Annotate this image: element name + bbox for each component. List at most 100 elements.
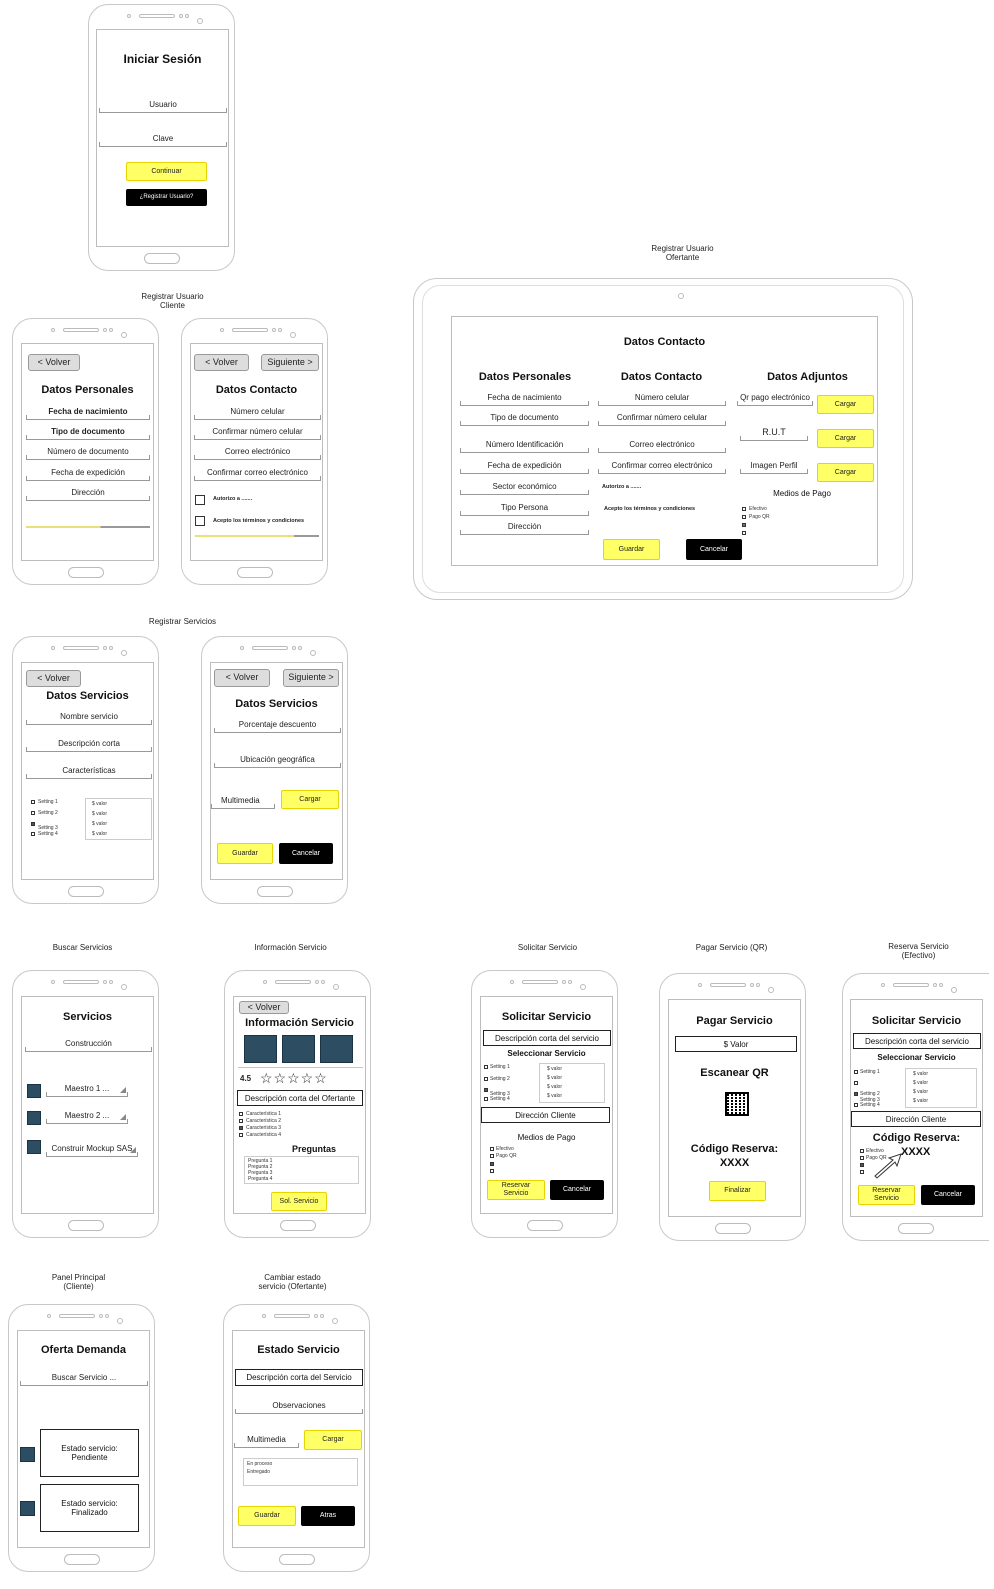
setting-2-checkbox[interactable] xyxy=(31,811,35,815)
t-field-celular[interactable]: Número celular xyxy=(598,393,726,406)
field-fecha-nacimiento[interactable]: Fecha de nacimiento xyxy=(26,407,150,420)
setting-2-checkbox[interactable] xyxy=(484,1077,488,1081)
t-field-tipo-documento[interactable]: Tipo de documento xyxy=(460,413,589,426)
t-field-fecha-expedicion[interactable]: Fecha de expedición xyxy=(460,461,589,474)
feature-1-checkbox[interactable] xyxy=(239,1112,243,1116)
result-maestro-1[interactable]: Maestro 1 ... xyxy=(46,1084,128,1097)
search-input[interactable]: Construcción xyxy=(25,1039,152,1052)
cargar-imagen-button[interactable]: Cargar xyxy=(817,463,874,482)
back-button[interactable]: < Volver xyxy=(26,670,81,687)
valor-3[interactable]: $ valor xyxy=(92,821,107,827)
valor-1[interactable]: $ valor xyxy=(92,801,107,807)
field-descripcion-corta[interactable]: Descripción corta xyxy=(26,739,152,752)
feature-3-checkbox[interactable] xyxy=(239,1126,243,1130)
field-observaciones[interactable]: Observaciones xyxy=(235,1401,363,1414)
medio-3-checkbox[interactable] xyxy=(742,523,746,527)
setting-3-checkbox[interactable] xyxy=(854,1092,858,1096)
medio-efectivo-checkbox[interactable] xyxy=(742,507,746,511)
medio-3-checkbox[interactable] xyxy=(860,1163,864,1167)
t-field-tipo-persona[interactable]: Tipo Persona xyxy=(460,503,589,516)
status-entregado[interactable]: Entregado xyxy=(247,1469,270,1475)
reservar-servicio-button[interactable]: Reservar Servicio xyxy=(858,1185,915,1205)
valor-4[interactable]: $ valor xyxy=(547,1093,562,1099)
feature-4-checkbox[interactable] xyxy=(239,1133,243,1137)
guardar-button[interactable]: Guardar xyxy=(217,843,273,864)
setting-3-checkbox[interactable] xyxy=(484,1088,488,1092)
medio-efectivo-checkbox[interactable] xyxy=(860,1149,864,1153)
t-field-confirmar-celular[interactable]: Confirmar número celular xyxy=(598,413,726,426)
guardar-button[interactable]: Guardar xyxy=(238,1506,296,1526)
cargar-qr-button[interactable]: Cargar xyxy=(817,395,874,414)
medio-4-checkbox[interactable] xyxy=(742,531,746,535)
cancelar-button[interactable]: Cancelar xyxy=(921,1185,975,1205)
t-field-correo[interactable]: Correo electrónico xyxy=(598,440,726,453)
cancelar-button[interactable]: Cancelar xyxy=(550,1180,604,1200)
next-button[interactable]: Siguiente > xyxy=(261,354,319,371)
field-nombre-servicio[interactable]: Nombre servicio xyxy=(26,712,152,725)
search-input[interactable]: Buscar Servicio ... xyxy=(20,1373,148,1386)
medio-qr-checkbox[interactable] xyxy=(490,1154,494,1158)
field-confirmar-celular[interactable]: Confirmar número celular xyxy=(194,427,321,440)
back-button[interactable]: < Volver xyxy=(214,669,270,687)
field-tipo-documento[interactable]: Tipo de documento xyxy=(26,427,150,440)
valor-1[interactable]: $ valor xyxy=(913,1071,928,1077)
continue-button[interactable]: Continuar xyxy=(126,162,207,181)
t-field-numero-id[interactable]: Número Identificación xyxy=(460,440,589,453)
valor-4[interactable]: $ valor xyxy=(913,1098,928,1104)
field-fecha-expedicion[interactable]: Fecha de expedición xyxy=(26,468,150,481)
field-numero-documento[interactable]: Número de documento xyxy=(26,447,150,460)
back-button[interactable]: < Volver xyxy=(194,354,249,371)
result-construir-mockup[interactable]: Construir Mockup SAS xyxy=(46,1144,138,1157)
t-field-qr-pago[interactable]: Qr pago electrónico xyxy=(737,393,813,406)
pregunta-4[interactable]: Pregunta 4 xyxy=(248,1176,272,1182)
t-field-direccion[interactable]: Dirección xyxy=(460,522,589,535)
terms-checkbox[interactable] xyxy=(195,516,205,526)
setting-1-checkbox[interactable] xyxy=(854,1070,858,1074)
cargar-button[interactable]: Cargar xyxy=(304,1430,362,1450)
medio-4-checkbox[interactable] xyxy=(490,1169,494,1173)
username-field[interactable]: Usuario xyxy=(99,100,227,113)
cargar-rut-button[interactable]: Cargar xyxy=(817,429,874,448)
t-field-sector[interactable]: Sector económico xyxy=(460,482,589,495)
field-confirmar-correo[interactable]: Confirmar correo electrónico xyxy=(194,468,321,481)
setting-3-checkbox[interactable] xyxy=(31,822,35,826)
setting-4-checkbox[interactable] xyxy=(854,1103,858,1107)
cancelar-button[interactable]: Cancelar xyxy=(686,539,742,560)
valor-3[interactable]: $ valor xyxy=(547,1084,562,1090)
field-numero-celular[interactable]: Número celular xyxy=(194,407,321,420)
medio-efectivo-checkbox[interactable] xyxy=(490,1147,494,1151)
field-correo[interactable]: Correo electrónico xyxy=(194,447,321,460)
reservar-servicio-button[interactable]: Reservar Servicio xyxy=(487,1180,545,1200)
register-user-button[interactable]: ¿Registrar Usuario? xyxy=(126,189,207,206)
star-rating-icon[interactable]: ☆☆☆☆☆ xyxy=(260,1070,328,1087)
feature-2-checkbox[interactable] xyxy=(239,1119,243,1123)
medio-qr-checkbox[interactable] xyxy=(742,515,746,519)
guardar-button[interactable]: Guardar xyxy=(603,539,660,560)
finalizar-button[interactable]: Finalizar xyxy=(709,1181,766,1201)
direccion-cliente[interactable]: Dirección Cliente xyxy=(851,1111,981,1127)
t-field-rut[interactable]: R.U.T xyxy=(740,427,808,441)
medio-3-checkbox[interactable] xyxy=(490,1162,494,1166)
setting-2-checkbox[interactable] xyxy=(854,1081,858,1085)
field-multimedia[interactable]: Multimedia xyxy=(234,1435,299,1448)
cancelar-button[interactable]: Cancelar xyxy=(279,843,333,864)
t-field-confirmar-correo[interactable]: Confirmar correo electrónico xyxy=(598,461,726,474)
result-maestro-2[interactable]: Maestro 2 ... xyxy=(46,1111,128,1124)
status-card-finalizado[interactable]: Estado servicio: Finalizado xyxy=(40,1484,139,1532)
field-ubicacion[interactable]: Ubicación geográfica xyxy=(214,755,341,768)
cargar-button[interactable]: Cargar xyxy=(281,790,339,809)
direccion-cliente[interactable]: Dirección Cliente xyxy=(481,1107,610,1123)
atras-button[interactable]: Atras xyxy=(301,1506,355,1526)
back-button[interactable]: < Volver xyxy=(239,1001,289,1014)
t-field-imagen-perfil[interactable]: Imagen Perfil xyxy=(740,461,808,474)
valor-2[interactable]: $ valor xyxy=(547,1075,562,1081)
medio-4-checkbox[interactable] xyxy=(860,1170,864,1174)
next-button[interactable]: Siguiente > xyxy=(283,669,339,687)
setting-4-checkbox[interactable] xyxy=(31,832,35,836)
autorizo-checkbox[interactable] xyxy=(195,495,205,505)
password-field[interactable]: Clave xyxy=(99,134,227,147)
valor-4[interactable]: $ valor xyxy=(92,831,107,837)
setting-4-checkbox[interactable] xyxy=(484,1097,488,1101)
field-multimedia[interactable]: Multimedia xyxy=(211,796,275,809)
valor-2[interactable]: $ valor xyxy=(92,811,107,817)
